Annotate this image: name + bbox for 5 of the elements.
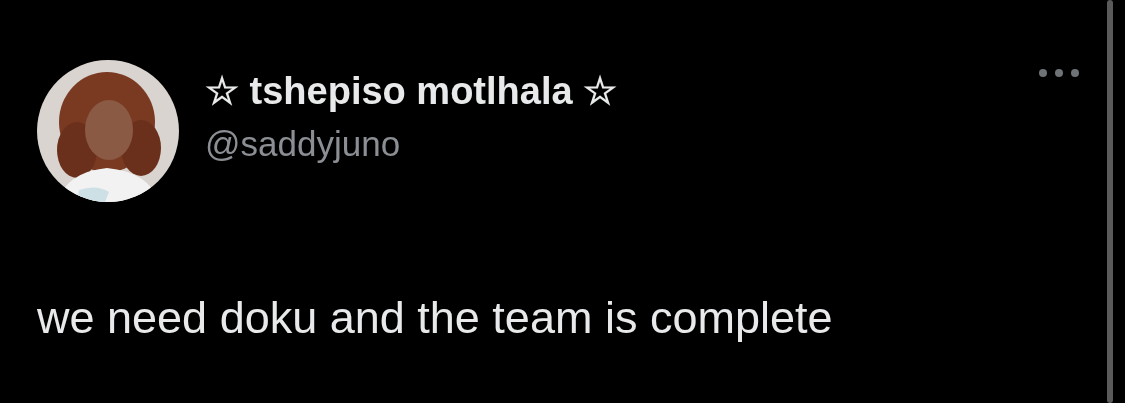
more-icon[interactable] bbox=[1038, 68, 1080, 78]
scroll-bar[interactable] bbox=[1107, 0, 1113, 403]
tweet-text: we need doku and the team is complete bbox=[37, 291, 834, 345]
display-name: ☆ tshepiso motlhala ☆ bbox=[205, 69, 619, 114]
username: @saddyjuno bbox=[205, 123, 402, 165]
